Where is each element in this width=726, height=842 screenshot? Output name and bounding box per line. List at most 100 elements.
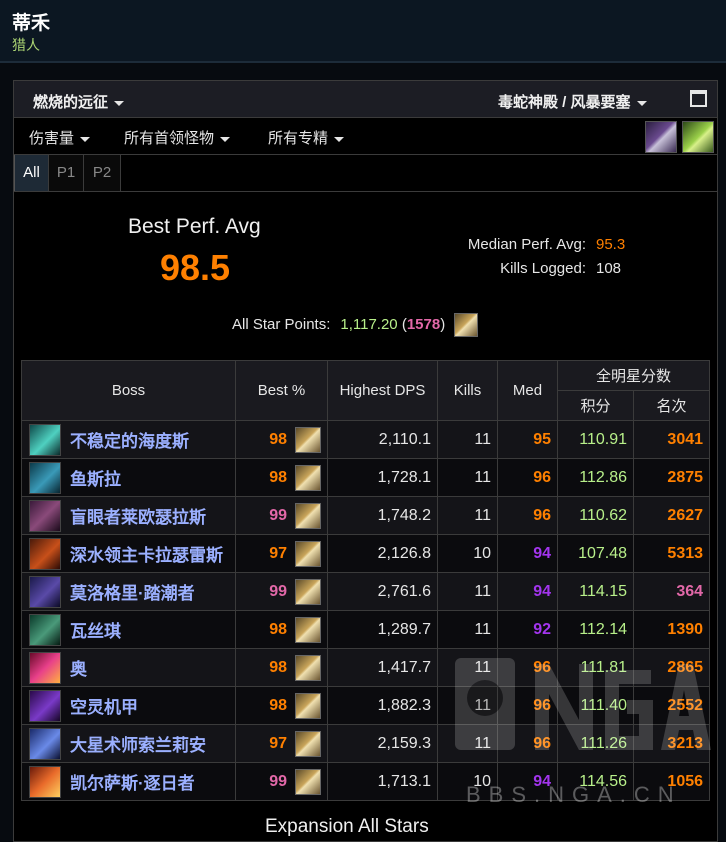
filter-bar: 伤害量 所有首领怪物 所有专精 bbox=[14, 118, 717, 155]
table-row[interactable]: 深水领主卡拉瑟雷斯 97 2,126.8 10 94 107.48 5313 bbox=[21, 534, 711, 573]
character-header: 蒂禾 猎人 bbox=[0, 0, 726, 61]
col-rank[interactable]: 名次 bbox=[632, 390, 711, 421]
metric-dropdown[interactable]: 伤害量 bbox=[29, 127, 91, 148]
boss-cell[interactable]: 凯尔萨斯·逐日者 bbox=[21, 762, 236, 801]
boss-name[interactable]: 鱼斯拉 bbox=[70, 465, 121, 490]
marksmanship-spec-icon[interactable] bbox=[682, 121, 714, 153]
chevron-down-icon bbox=[114, 100, 125, 106]
table-row[interactable]: 瓦丝琪 98 1,289.7 11 92 112.14 1390 bbox=[21, 610, 711, 649]
highest-dps: 1,289.7 bbox=[327, 610, 438, 649]
best-perf-label: Best Perf. Avg bbox=[128, 215, 261, 238]
rank-icon[interactable] bbox=[295, 502, 321, 529]
tab-p1[interactable]: P1 bbox=[49, 155, 84, 191]
rank-icon[interactable] bbox=[295, 578, 321, 605]
expansion-dropdown[interactable]: 燃烧的远征 bbox=[33, 91, 125, 112]
table-row[interactable]: 鱼斯拉 98 1,728.1 11 96 112.86 2875 bbox=[21, 458, 711, 497]
boss-filter-dropdown[interactable]: 所有首领怪物 bbox=[124, 127, 231, 148]
boss-cell[interactable]: 莫洛格里·踏潮者 bbox=[21, 572, 236, 611]
boss-cell[interactable]: 空灵机甲 bbox=[21, 686, 236, 725]
all-star-points-cell: 114.15 bbox=[557, 572, 634, 611]
beast-mastery-spec-icon[interactable] bbox=[645, 121, 677, 153]
all-star-points-cell: 112.86 bbox=[557, 458, 634, 497]
all-star-points: All Star Points: 1,117.20 (1578) bbox=[232, 313, 479, 337]
table-row[interactable]: 不稳定的海度斯 98 2,110.1 11 95 110.91 3041 bbox=[21, 420, 711, 459]
boss-name[interactable]: 盲眼者莱欧瑟拉斯 bbox=[70, 503, 206, 528]
boss-cell[interactable]: 不稳定的海度斯 bbox=[21, 420, 236, 459]
best-percent: 99 bbox=[269, 582, 287, 600]
rank-icon[interactable] bbox=[295, 768, 321, 795]
boss-cell[interactable]: 深水领主卡拉瑟雷斯 bbox=[21, 534, 236, 573]
boss-filter-label: 所有首领怪物 bbox=[124, 130, 215, 147]
col-kills[interactable]: Kills bbox=[437, 360, 498, 421]
median-percent: 96 bbox=[497, 648, 558, 687]
col-best[interactable]: Best % bbox=[235, 360, 328, 421]
all-star-rank: 1578 bbox=[406, 315, 441, 333]
median-percent: 96 bbox=[497, 686, 558, 725]
table-row[interactable]: 凯尔萨斯·逐日者 99 1,713.1 10 94 114.56 1056 bbox=[21, 762, 711, 801]
rank-icon[interactable] bbox=[295, 464, 321, 491]
highest-dps: 2,761.6 bbox=[327, 572, 438, 611]
best-percent: 99 bbox=[269, 506, 287, 524]
boss-name[interactable]: 瓦丝琪 bbox=[70, 617, 121, 642]
table-row[interactable]: 大星术师索兰莉安 97 2,159.3 11 96 111.26 3213 bbox=[21, 724, 711, 763]
maximize-icon[interactable] bbox=[690, 90, 707, 107]
best-percent-cell: 98 bbox=[235, 648, 328, 687]
boss-name[interactable]: 空灵机甲 bbox=[70, 693, 138, 718]
highest-dps: 2,110.1 bbox=[327, 420, 438, 459]
all-star-rank-cell: 5313 bbox=[632, 534, 711, 573]
alar-icon bbox=[29, 651, 61, 684]
tab-all[interactable]: All bbox=[14, 155, 49, 191]
col-dps[interactable]: Highest DPS bbox=[327, 360, 438, 421]
rank-icon[interactable] bbox=[295, 654, 321, 681]
lurker-icon bbox=[29, 461, 61, 494]
boss-name[interactable]: 凯尔萨斯·逐日者 bbox=[70, 769, 195, 794]
boss-cell[interactable]: 瓦丝琪 bbox=[21, 610, 236, 649]
table-row[interactable]: 莫洛格里·踏潮者 99 2,761.6 11 94 114.15 364 bbox=[21, 572, 711, 611]
best-percent: 97 bbox=[269, 734, 287, 752]
boss-name[interactable]: 大星术师索兰莉安 bbox=[70, 731, 206, 756]
rank-icon[interactable] bbox=[295, 426, 321, 453]
table-row[interactable]: 空灵机甲 98 1,882.3 11 96 111.40 2552 bbox=[21, 686, 711, 725]
col-boss[interactable]: Boss bbox=[21, 360, 236, 421]
best-percent: 98 bbox=[269, 658, 287, 676]
boss-name[interactable]: 莫洛格里·踏潮者 bbox=[70, 579, 195, 604]
best-percent: 99 bbox=[269, 772, 287, 790]
col-med[interactable]: Med bbox=[497, 360, 558, 421]
vashj-icon bbox=[29, 613, 61, 646]
kill-count: 11 bbox=[437, 458, 498, 497]
boss-name[interactable]: 不稳定的海度斯 bbox=[70, 427, 189, 452]
chevron-down-icon bbox=[220, 136, 231, 142]
chevron-down-icon bbox=[334, 136, 345, 142]
boss-cell[interactable]: 奥 bbox=[21, 648, 236, 687]
rank-icon[interactable] bbox=[295, 692, 321, 719]
all-star-rank-cell: 364 bbox=[632, 572, 711, 611]
all-star-label: All Star Points: bbox=[232, 315, 331, 333]
kill-count: 11 bbox=[437, 610, 498, 649]
boss-name[interactable]: 奥 bbox=[70, 655, 87, 680]
boss-cell[interactable]: 大星术师索兰莉安 bbox=[21, 724, 236, 763]
boss-name[interactable]: 深水领主卡拉瑟雷斯 bbox=[70, 541, 223, 566]
median-perf-label: Median Perf. Avg: bbox=[467, 236, 586, 253]
highest-dps: 1,713.1 bbox=[327, 762, 438, 801]
boss-cell[interactable]: 盲眼者莱欧瑟拉斯 bbox=[21, 496, 236, 535]
rank-icon[interactable] bbox=[295, 540, 321, 567]
rank-icon[interactable] bbox=[295, 730, 321, 757]
raid-dropdown[interactable]: 毒蛇神殿 / 风暴要塞 bbox=[498, 91, 647, 112]
rank-icon[interactable] bbox=[295, 616, 321, 643]
col-points[interactable]: 积分 bbox=[557, 390, 634, 421]
best-percent: 98 bbox=[269, 620, 287, 638]
all-star-points-cell: 110.62 bbox=[557, 496, 634, 535]
median-percent: 94 bbox=[497, 534, 558, 573]
col-allstar: 全明星分数 bbox=[556, 360, 711, 391]
metric-dropdown-label: 伤害量 bbox=[29, 130, 75, 147]
solarian-icon bbox=[29, 727, 61, 760]
spec-filter-dropdown[interactable]: 所有专精 bbox=[268, 127, 345, 148]
highest-dps: 1,882.3 bbox=[327, 686, 438, 725]
best-percent-cell: 98 bbox=[235, 610, 328, 649]
kill-count: 10 bbox=[437, 534, 498, 573]
tab-p2[interactable]: P2 bbox=[84, 155, 121, 191]
boss-cell[interactable]: 鱼斯拉 bbox=[21, 458, 236, 497]
table-row[interactable]: 盲眼者莱欧瑟拉斯 99 1,748.2 11 96 110.62 2627 bbox=[21, 496, 711, 535]
rank-icon[interactable] bbox=[454, 313, 479, 337]
table-row[interactable]: 奥 98 1,417.7 11 96 111.81 2865 bbox=[21, 648, 711, 687]
